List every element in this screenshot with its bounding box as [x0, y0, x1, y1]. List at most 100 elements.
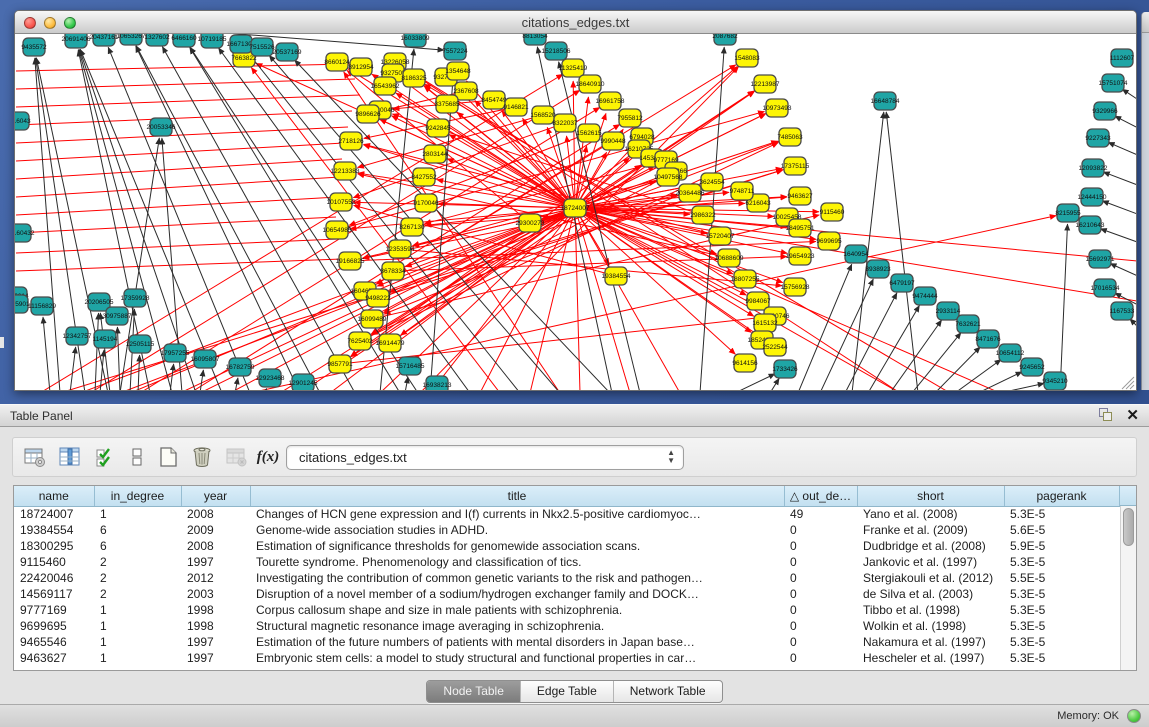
graph-node[interactable]: 15716485: [396, 357, 425, 375]
table-row[interactable]: 2242004622012Investigating the contribut…: [14, 570, 1119, 586]
graph-node[interactable]: 20160432: [15, 224, 35, 242]
graph-node[interactable]: 16210643: [1076, 216, 1105, 234]
graph-node[interactable]: 2803144: [422, 145, 448, 163]
graph-node[interactable]: 15751074: [1099, 74, 1128, 92]
graph-node[interactable]: 18640910: [576, 75, 605, 93]
graph-node[interactable]: 9345210: [1042, 372, 1068, 390]
graph-node[interactable]: 9498222: [365, 289, 391, 307]
graph-node[interactable]: 18495751: [786, 219, 815, 237]
graph-node[interactable]: 12901245: [289, 374, 318, 390]
graph-node[interactable]: 12505115: [126, 335, 155, 353]
graph-node[interactable]: 7557224: [442, 42, 468, 60]
network-window-titlebar[interactable]: citations_edges.txt: [15, 11, 1136, 34]
graph-node[interactable]: 10497568: [654, 168, 683, 186]
graph-node[interactable]: 8267130: [399, 218, 425, 236]
graph-node[interactable]: 9614156: [732, 354, 758, 372]
graph-node[interactable]: 18724007: [561, 199, 590, 217]
graph-node[interactable]: 10107552: [327, 193, 356, 211]
graph-node[interactable]: 12342757: [63, 327, 92, 345]
graph-node[interactable]: 1112607: [1110, 49, 1135, 67]
graph-node[interactable]: 3375685: [434, 95, 460, 113]
table-vertical-scrollbar[interactable]: [1120, 506, 1136, 670]
table-row[interactable]: 1830029562008Estimation of significance …: [14, 538, 1119, 554]
graph-node[interactable]: 17957255: [161, 344, 190, 362]
graph-node[interactable]: 8186325: [401, 69, 427, 87]
function-builder-icon[interactable]: f(x): [256, 445, 280, 469]
graph-node[interactable]: 8813054: [522, 34, 548, 45]
table-row[interactable]: 969969511998Structural magnetic resonanc…: [14, 618, 1119, 634]
graph-node[interactable]: 30975887: [103, 307, 132, 325]
graph-node[interactable]: 10654985: [323, 221, 352, 239]
graph-node[interactable]: 16543962: [371, 77, 400, 95]
delete-columns-icon[interactable]: [190, 445, 214, 469]
graph-node[interactable]: 9146821: [503, 98, 529, 116]
graph-node[interactable]: 7515526: [249, 38, 275, 56]
graph-node[interactable]: 8322037: [552, 114, 578, 132]
graph-node[interactable]: 16099489: [358, 310, 387, 328]
graph-node[interactable]: 8471676: [975, 330, 1001, 348]
graph-node[interactable]: 17375115: [781, 157, 810, 175]
graph-node[interactable]: 9115460: [820, 203, 845, 221]
network-canvas[interactable]: 1872400776638228660124891295413226058932…: [15, 34, 1136, 390]
graph-node[interactable]: 1167533: [1110, 302, 1135, 320]
graph-node[interactable]: 6479197: [889, 274, 915, 292]
graph-node[interactable]: 12213987: [751, 75, 780, 93]
graph-node[interactable]: 20364486: [676, 184, 705, 202]
graph-node[interactable]: 16914479: [376, 334, 405, 352]
graph-node[interactable]: 8938923: [865, 260, 891, 278]
graph-node[interactable]: 9435572: [21, 38, 47, 56]
graph-node[interactable]: 2933114: [936, 302, 961, 320]
graph-node[interactable]: 12444150: [1078, 188, 1107, 206]
graph-node[interactable]: 1548083: [734, 49, 760, 67]
graph-node[interactable]: 1145194: [93, 330, 118, 348]
graph-node[interactable]: 7632621: [955, 315, 981, 333]
graph-node[interactable]: 9463627: [787, 187, 813, 205]
column-header-out_degree[interactable]: △ out_de…: [784, 486, 857, 506]
graph-node[interactable]: 1354648: [445, 62, 471, 80]
graph-node[interactable]: 20691406: [62, 34, 91, 48]
column-header-in_degree[interactable]: in_degree: [94, 486, 181, 506]
graph-node[interactable]: 15692971: [1086, 250, 1115, 268]
graph-node[interactable]: 12093822: [1079, 159, 1108, 177]
graph-node[interactable]: 18807255: [731, 270, 760, 288]
tab-node-table[interactable]: Node Table: [427, 681, 521, 702]
graph-node[interactable]: 8215955: [1055, 204, 1081, 222]
graph-node[interactable]: 3624554: [699, 173, 725, 191]
graph-node[interactable]: 9699695: [816, 232, 842, 250]
graph-node[interactable]: 9748711: [730, 182, 755, 200]
graph-node[interactable]: 9896626: [355, 105, 381, 123]
graph-node[interactable]: 15756928: [781, 278, 810, 296]
graph-node[interactable]: 2718126: [338, 132, 364, 150]
graph-node[interactable]: 10688609: [715, 249, 744, 267]
table-mode-icon[interactable]: [23, 445, 47, 469]
graph-node[interactable]: 9245652: [1019, 358, 1045, 376]
graph-node[interactable]: 15720407: [706, 227, 735, 245]
graph-node[interactable]: 8427552: [411, 168, 437, 186]
graph-node[interactable]: 2522544: [762, 338, 788, 356]
tab-edge-table[interactable]: Edge Table: [521, 681, 614, 702]
graph-node[interactable]: 12353594: [386, 240, 415, 258]
graph-node[interactable]: 11156829: [28, 297, 56, 315]
create-column-icon[interactable]: [156, 445, 180, 469]
graph-node[interactable]: 2616043: [15, 112, 31, 130]
graph-node[interactable]: 16938213: [423, 376, 452, 390]
column-header-short[interactable]: short: [857, 486, 1004, 506]
graph-node[interactable]: 8660124: [324, 53, 350, 71]
graph-node[interactable]: 2986322: [690, 206, 716, 224]
graph-node[interactable]: 7955812: [617, 109, 643, 127]
table-row[interactable]: 977716911998Corpus callosum shape and si…: [14, 602, 1119, 618]
graph-node[interactable]: 16961758: [596, 92, 625, 110]
graph-node[interactable]: 16782759: [226, 358, 255, 376]
graph-node[interactable]: 17016534: [1091, 279, 1120, 297]
graph-node[interactable]: 12213383: [331, 162, 360, 180]
graph-node[interactable]: 19166825: [336, 252, 365, 270]
table-row[interactable]: 1456911722003Disruption of a novel membe…: [14, 586, 1119, 602]
graph-node[interactable]: 9990448: [600, 132, 626, 150]
graph-node[interactable]: 3678334: [380, 262, 406, 280]
graph-node[interactable]: 1733426: [772, 360, 798, 378]
graph-node[interactable]: 1327602: [144, 34, 170, 46]
scrollbar-thumb[interactable]: [1123, 508, 1134, 546]
close-panel-icon[interactable]: ✕: [1126, 408, 1139, 423]
float-panel-icon[interactable]: [1099, 408, 1114, 423]
graph-node[interactable]: 7625402: [347, 332, 373, 350]
